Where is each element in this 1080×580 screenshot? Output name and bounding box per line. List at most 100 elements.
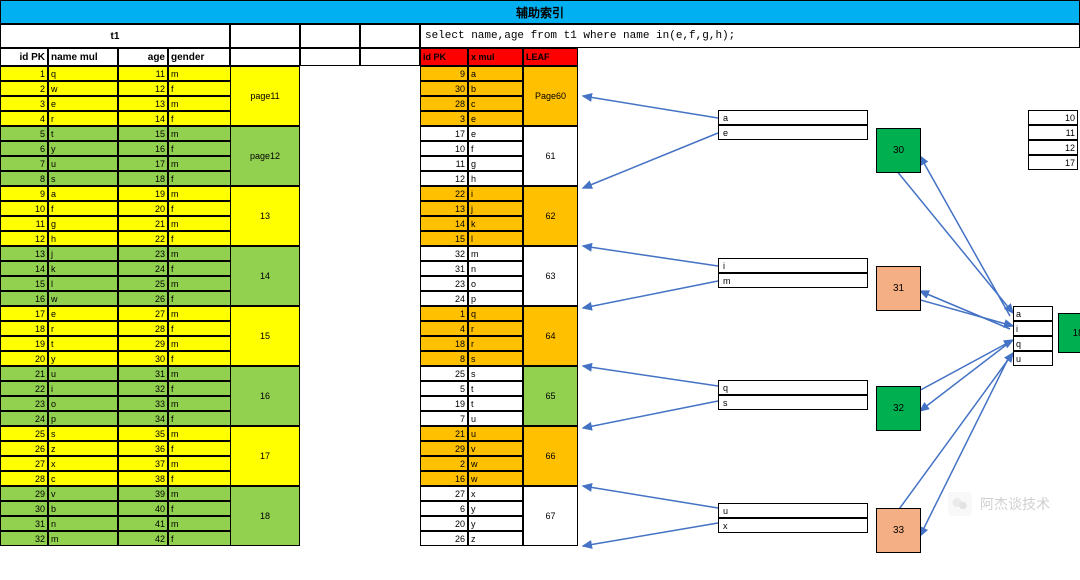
root-cell: q [1013,336,1053,351]
index-row: 30b [420,81,523,96]
page-cell: 18 [230,486,300,546]
cell-name: s [48,426,118,441]
level2-cell: a [718,110,868,125]
leaf-cell: 65 [523,366,578,426]
level2-node: qs [718,380,868,410]
index-row: 31n [420,261,523,276]
second-row: t1 select name,age from t1 where name in… [0,24,1080,48]
t1-label: t1 [0,24,230,48]
idx-cell-x: b [468,81,523,96]
cell-gender: f [168,201,230,216]
cell-id: 18 [0,321,48,336]
index-row: 28c [420,96,523,111]
cell-age: 22 [118,231,168,246]
cell-id: 32 [0,531,48,546]
cell-id: 20 [0,351,48,366]
idx-cell-x: e [468,111,523,126]
idx-cell-x: p [468,291,523,306]
index-row: 1q [420,306,523,321]
cell-id: 31 [0,516,48,531]
cell-age: 21 [118,216,168,231]
idx-cell-id: 30 [420,81,468,96]
level3-node: 33 [876,508,921,553]
idx-cell-id: 5 [420,381,468,396]
cell-gender: f [168,321,230,336]
idx-cell-x: v [468,441,523,456]
idx-cell-id: 11 [420,156,468,171]
cell-age: 39 [118,486,168,501]
cell-age: 16 [118,141,168,156]
table-row: 19t29m [0,336,230,351]
cell-gender: m [168,426,230,441]
table-row: 14k24f [0,261,230,276]
table-row: 7u17m [0,156,230,171]
cell-age: 26 [118,291,168,306]
cell-id: 3 [0,96,48,111]
idx-cell-x: y [468,501,523,516]
cell-age: 40 [118,501,168,516]
cell-gender: m [168,336,230,351]
index-row: 24p [420,291,523,306]
table-row: 21u31m [0,366,230,381]
level2-cell: s [718,395,868,410]
table-row: 6y16f [0,141,230,156]
extra-cell: 10 [1028,110,1078,125]
table-row: 32m42f [0,531,230,546]
table-row: 29v39m [0,486,230,501]
cell-gender: m [168,126,230,141]
idx-cell-x: t [468,381,523,396]
hdr-gender: gender [168,48,230,66]
index-row: 23o [420,276,523,291]
index-row: 20y [420,516,523,531]
extra-cell: 17 [1028,155,1078,170]
hdr-id: id PK [0,48,48,66]
cell-age: 36 [118,441,168,456]
cell-gender: m [168,96,230,111]
index-row: 11g [420,156,523,171]
index-row: 12h [420,171,523,186]
index-row: 9a [420,66,523,81]
cell-id: 2 [0,81,48,96]
cell-id: 7 [0,156,48,171]
cell-age: 28 [118,321,168,336]
cell-name: t [48,336,118,351]
cell-gender: m [168,516,230,531]
idx-cell-x: w [468,456,523,471]
idx-cell-id: 18 [420,336,468,351]
cell-id: 9 [0,186,48,201]
left-table-header: id PK name mul age gender [0,48,230,66]
cell-id: 30 [0,501,48,516]
cell-age: 35 [118,426,168,441]
idx-cell-id: 16 [420,471,468,486]
page-cell: 15 [230,306,300,366]
idx-cell-id: 3 [420,111,468,126]
idx-cell-id: 4 [420,321,468,336]
page-cell: 13 [230,186,300,246]
table-row: 1q11m [0,66,230,81]
idx-cell-id: 21 [420,426,468,441]
index-row: 26z [420,531,523,546]
leaf-cell: 67 [523,486,578,546]
cell-age: 11 [118,66,168,81]
level2-cell: e [718,125,868,140]
cell-id: 22 [0,381,48,396]
cell-gender: m [168,486,230,501]
idx-cell-x: q [468,306,523,321]
idx-cell-x: j [468,201,523,216]
cell-name: c [48,471,118,486]
level3-node: 32 [876,386,921,431]
idx-cell-x: w [468,471,523,486]
idx-cell-id: 15 [420,231,468,246]
page-cell: 16 [230,366,300,426]
extra-cell: 11 [1028,125,1078,140]
page-column: page11page12131415161718 [230,48,300,546]
idx-cell-x: t [468,396,523,411]
cell-gender: f [168,501,230,516]
cell-id: 13 [0,246,48,261]
index-row: 17e [420,126,523,141]
idx-cell-x: y [468,516,523,531]
cell-gender: f [168,171,230,186]
cell-id: 15 [0,276,48,291]
idx-cell-id: 31 [420,261,468,276]
cell-gender: f [168,441,230,456]
